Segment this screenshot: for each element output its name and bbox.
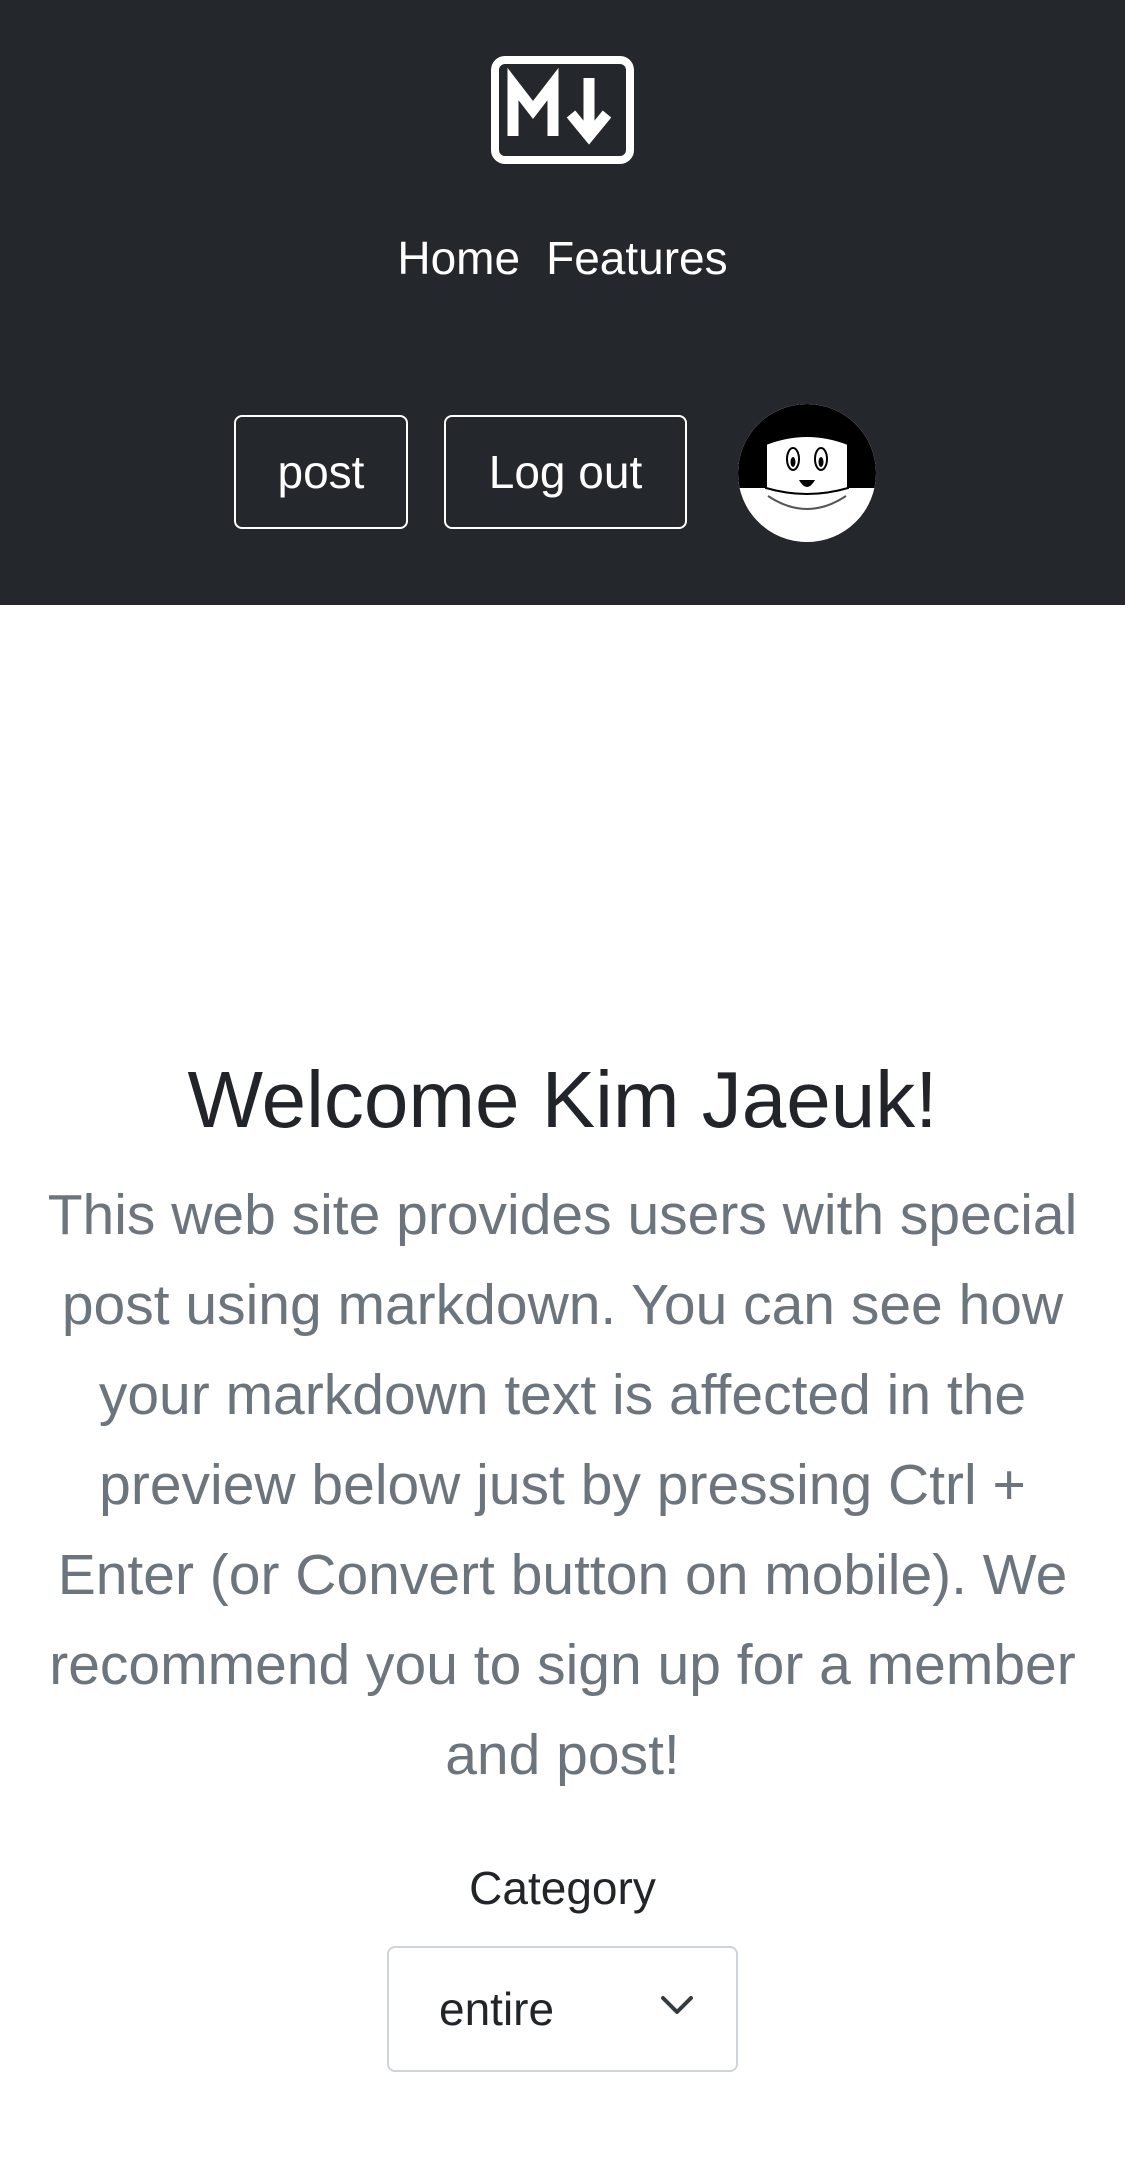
nav-features-link[interactable]: Features <box>546 226 728 290</box>
chevron-down-icon <box>660 1994 694 2021</box>
category-selected-value: entire <box>439 1983 555 2035</box>
nav-home-link[interactable]: Home <box>397 226 520 290</box>
nav-links: Home Features <box>0 226 1125 290</box>
category-select[interactable]: entire <box>387 1946 738 2072</box>
markdown-logo-icon[interactable] <box>491 56 634 164</box>
navbar: Home Features post Log out <box>0 0 1125 605</box>
post-button[interactable]: post <box>234 415 408 529</box>
user-avatar[interactable] <box>738 404 876 542</box>
category-label: Category <box>469 1862 656 1914</box>
intro-paragraph: This web site provides users with specia… <box>47 1183 1078 1787</box>
avatar-face-icon <box>738 404 876 542</box>
welcome-title: Welcome Kim Jaeuk! <box>187 1055 938 1144</box>
logout-button[interactable]: Log out <box>444 415 687 529</box>
